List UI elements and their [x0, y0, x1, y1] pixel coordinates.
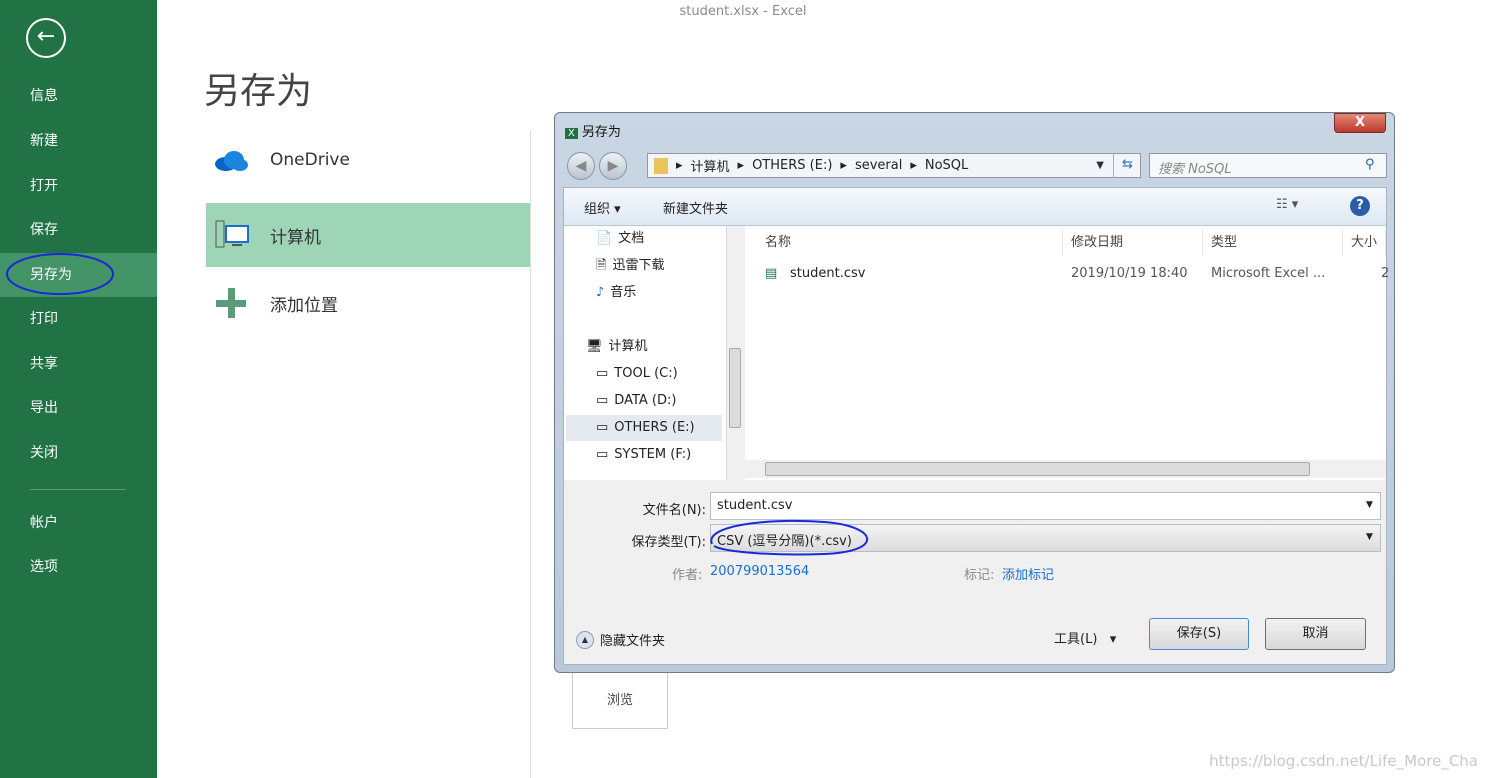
tree-item-computer[interactable]: 🖥 计算机	[586, 334, 648, 360]
collapse-up-icon: ▲	[576, 630, 594, 649]
breadcrumb-item[interactable]: OTHERS (E:)	[752, 158, 832, 173]
sidebar-item-save[interactable]: 保存	[0, 208, 157, 252]
location-add-place[interactable]: 添加位置	[206, 271, 530, 335]
watermark: https://blog.csdn.net/Life_More_Cha	[1209, 752, 1478, 770]
add-tags-link[interactable]: 添加标记	[1002, 564, 1054, 583]
backstage-sidebar: ← 信息 新建 打开 保存 另存为 打印 共享 导出 关闭 帐户 选项	[0, 0, 157, 778]
location-computer[interactable]: 计算机	[206, 203, 530, 267]
download-icon: 🗎	[596, 258, 607, 273]
sidebar-item-open[interactable]: 打开	[0, 164, 157, 208]
drive-icon: ▭	[596, 420, 609, 435]
browse-button[interactable]: 浏览	[572, 672, 668, 729]
new-folder-button[interactable]: 新建文件夹	[663, 198, 728, 217]
horizontal-scrollbar[interactable]	[745, 460, 1386, 478]
refresh-icon[interactable]: ⇆	[1113, 153, 1141, 178]
view-options-icon[interactable]: ☷ ▾	[1276, 197, 1298, 212]
cloud-icon	[215, 151, 248, 171]
filetype-label: 保存类型(T):	[631, 535, 706, 550]
save-as-dialog: X 另存为 X ◀ ▶ ▸ 计算机 ▸ OTHERS (E:) ▸ several ▸ N…	[554, 112, 1395, 673]
sidebar-item-options[interactable]: 选项	[0, 545, 157, 589]
close-button[interactable]: X	[1334, 113, 1386, 133]
tree-item-xunlei[interactable]: 🗎 迅雷下载	[596, 253, 664, 279]
location-onedrive[interactable]: OneDrive	[206, 128, 530, 192]
hide-folders-button[interactable]: ▲ 隐藏文件夹	[576, 630, 665, 649]
sidebar-item-export[interactable]: 导出	[0, 386, 157, 430]
sidebar-item-share[interactable]: 共享	[0, 342, 157, 386]
tags-label: 标记:	[964, 568, 995, 583]
search-icon[interactable]: ⚲	[1365, 157, 1375, 172]
help-icon[interactable]: ?	[1350, 196, 1370, 216]
breadcrumb-item[interactable]: 计算机	[691, 156, 730, 175]
plus-icon	[216, 288, 246, 318]
file-list: 名称 修改日期 类型 大小 ▤ student.csv 2019/10/19 1…	[745, 226, 1389, 480]
sidebar-divider	[30, 489, 126, 490]
tree-scrollbar[interactable]	[726, 226, 742, 480]
file-row[interactable]: ▤ student.csv 2019/10/19 18:40 Microsoft…	[765, 266, 1389, 288]
sidebar-item-account[interactable]: 帐户	[0, 501, 157, 545]
excel-icon: X	[565, 128, 578, 139]
tree-item-documents[interactable]: 📄 文档	[596, 226, 644, 252]
column-header-modified[interactable]: 修改日期	[1063, 230, 1203, 256]
dialog-toolbar: 组织 ▾ 新建文件夹 ☷ ▾ ?	[564, 188, 1386, 226]
music-icon: ♪	[596, 285, 605, 300]
dialog-body: 组织 ▾ 新建文件夹 ☷ ▾ ? 📄 文档 🗎 迅雷下载 ♪ 音乐 🖥 计算机 ▭ TOO…	[563, 187, 1389, 665]
sidebar-item-print[interactable]: 打印	[0, 297, 157, 341]
sidebar-item-info[interactable]: 信息	[0, 74, 157, 118]
tree-item-drive-f[interactable]: ▭ SYSTEM (F:)	[596, 442, 691, 468]
document-icon: 📄	[596, 231, 613, 246]
chevron-down-icon[interactable]: ▼	[1366, 532, 1373, 542]
sidebar-item-close[interactable]: 关闭	[0, 431, 157, 475]
annotation-circle	[710, 519, 869, 556]
divider	[530, 130, 531, 778]
location-label: OneDrive	[270, 150, 350, 170]
computer-icon	[215, 220, 249, 248]
filename-label: 文件名(N):	[642, 503, 706, 518]
dialog-title: X 另存为	[565, 121, 621, 140]
tools-button[interactable]: 工具(L) ▾	[1054, 628, 1116, 647]
column-header-size[interactable]: 大小	[1343, 230, 1386, 256]
csv-file-icon: ▤	[765, 266, 778, 281]
navigation-tree: 📄 文档 🗎 迅雷下载 ♪ 音乐 🖥 计算机 ▭ TOOL (C:) ▭ DATA (D:)…	[564, 226, 742, 480]
organize-button[interactable]: 组织 ▾	[584, 198, 621, 217]
tree-item-drive-d[interactable]: ▭ DATA (D:)	[596, 388, 676, 414]
search-input[interactable]: 搜索 NoSQL	[1149, 153, 1387, 178]
chevron-down-icon[interactable]: ▼	[1366, 500, 1373, 510]
annotation-circle	[6, 253, 114, 295]
column-header-type[interactable]: 类型	[1203, 230, 1343, 256]
author-value[interactable]: 200799013564	[710, 564, 809, 579]
chevron-down-icon[interactable]: ▼	[1096, 160, 1104, 171]
tree-item-drive-e[interactable]: ▭ OTHERS (E:)	[566, 415, 722, 441]
folder-icon	[654, 157, 668, 174]
cancel-button[interactable]: 取消	[1265, 618, 1366, 650]
back-arrow-icon[interactable]: ←	[26, 18, 66, 58]
window-title: student.xlsx - Excel	[679, 4, 807, 19]
back-button[interactable]: ◀	[567, 152, 595, 180]
author-label: 作者:	[672, 568, 703, 583]
drive-icon: ▭	[596, 393, 609, 408]
save-button[interactable]: 保存(S)	[1149, 618, 1249, 650]
drive-icon: ▭	[596, 447, 609, 462]
address-bar[interactable]: ▸ 计算机 ▸ OTHERS (E:) ▸ several ▸ NoSQL ▼	[647, 153, 1141, 178]
breadcrumb-item[interactable]: NoSQL	[925, 158, 968, 173]
computer-icon: 🖥	[586, 339, 603, 354]
location-label: 计算机	[270, 227, 321, 248]
forward-button[interactable]: ▶	[599, 152, 627, 180]
drive-icon: ▭	[596, 366, 609, 381]
breadcrumb-item[interactable]: several	[855, 158, 902, 173]
page-title: 另存为	[204, 71, 313, 112]
column-header-name[interactable]: 名称	[745, 230, 1063, 256]
sidebar-item-new[interactable]: 新建	[0, 119, 157, 163]
location-label: 添加位置	[270, 295, 338, 316]
tree-item-music[interactable]: ♪ 音乐	[596, 280, 636, 306]
tree-item-drive-c[interactable]: ▭ TOOL (C:)	[596, 361, 678, 387]
